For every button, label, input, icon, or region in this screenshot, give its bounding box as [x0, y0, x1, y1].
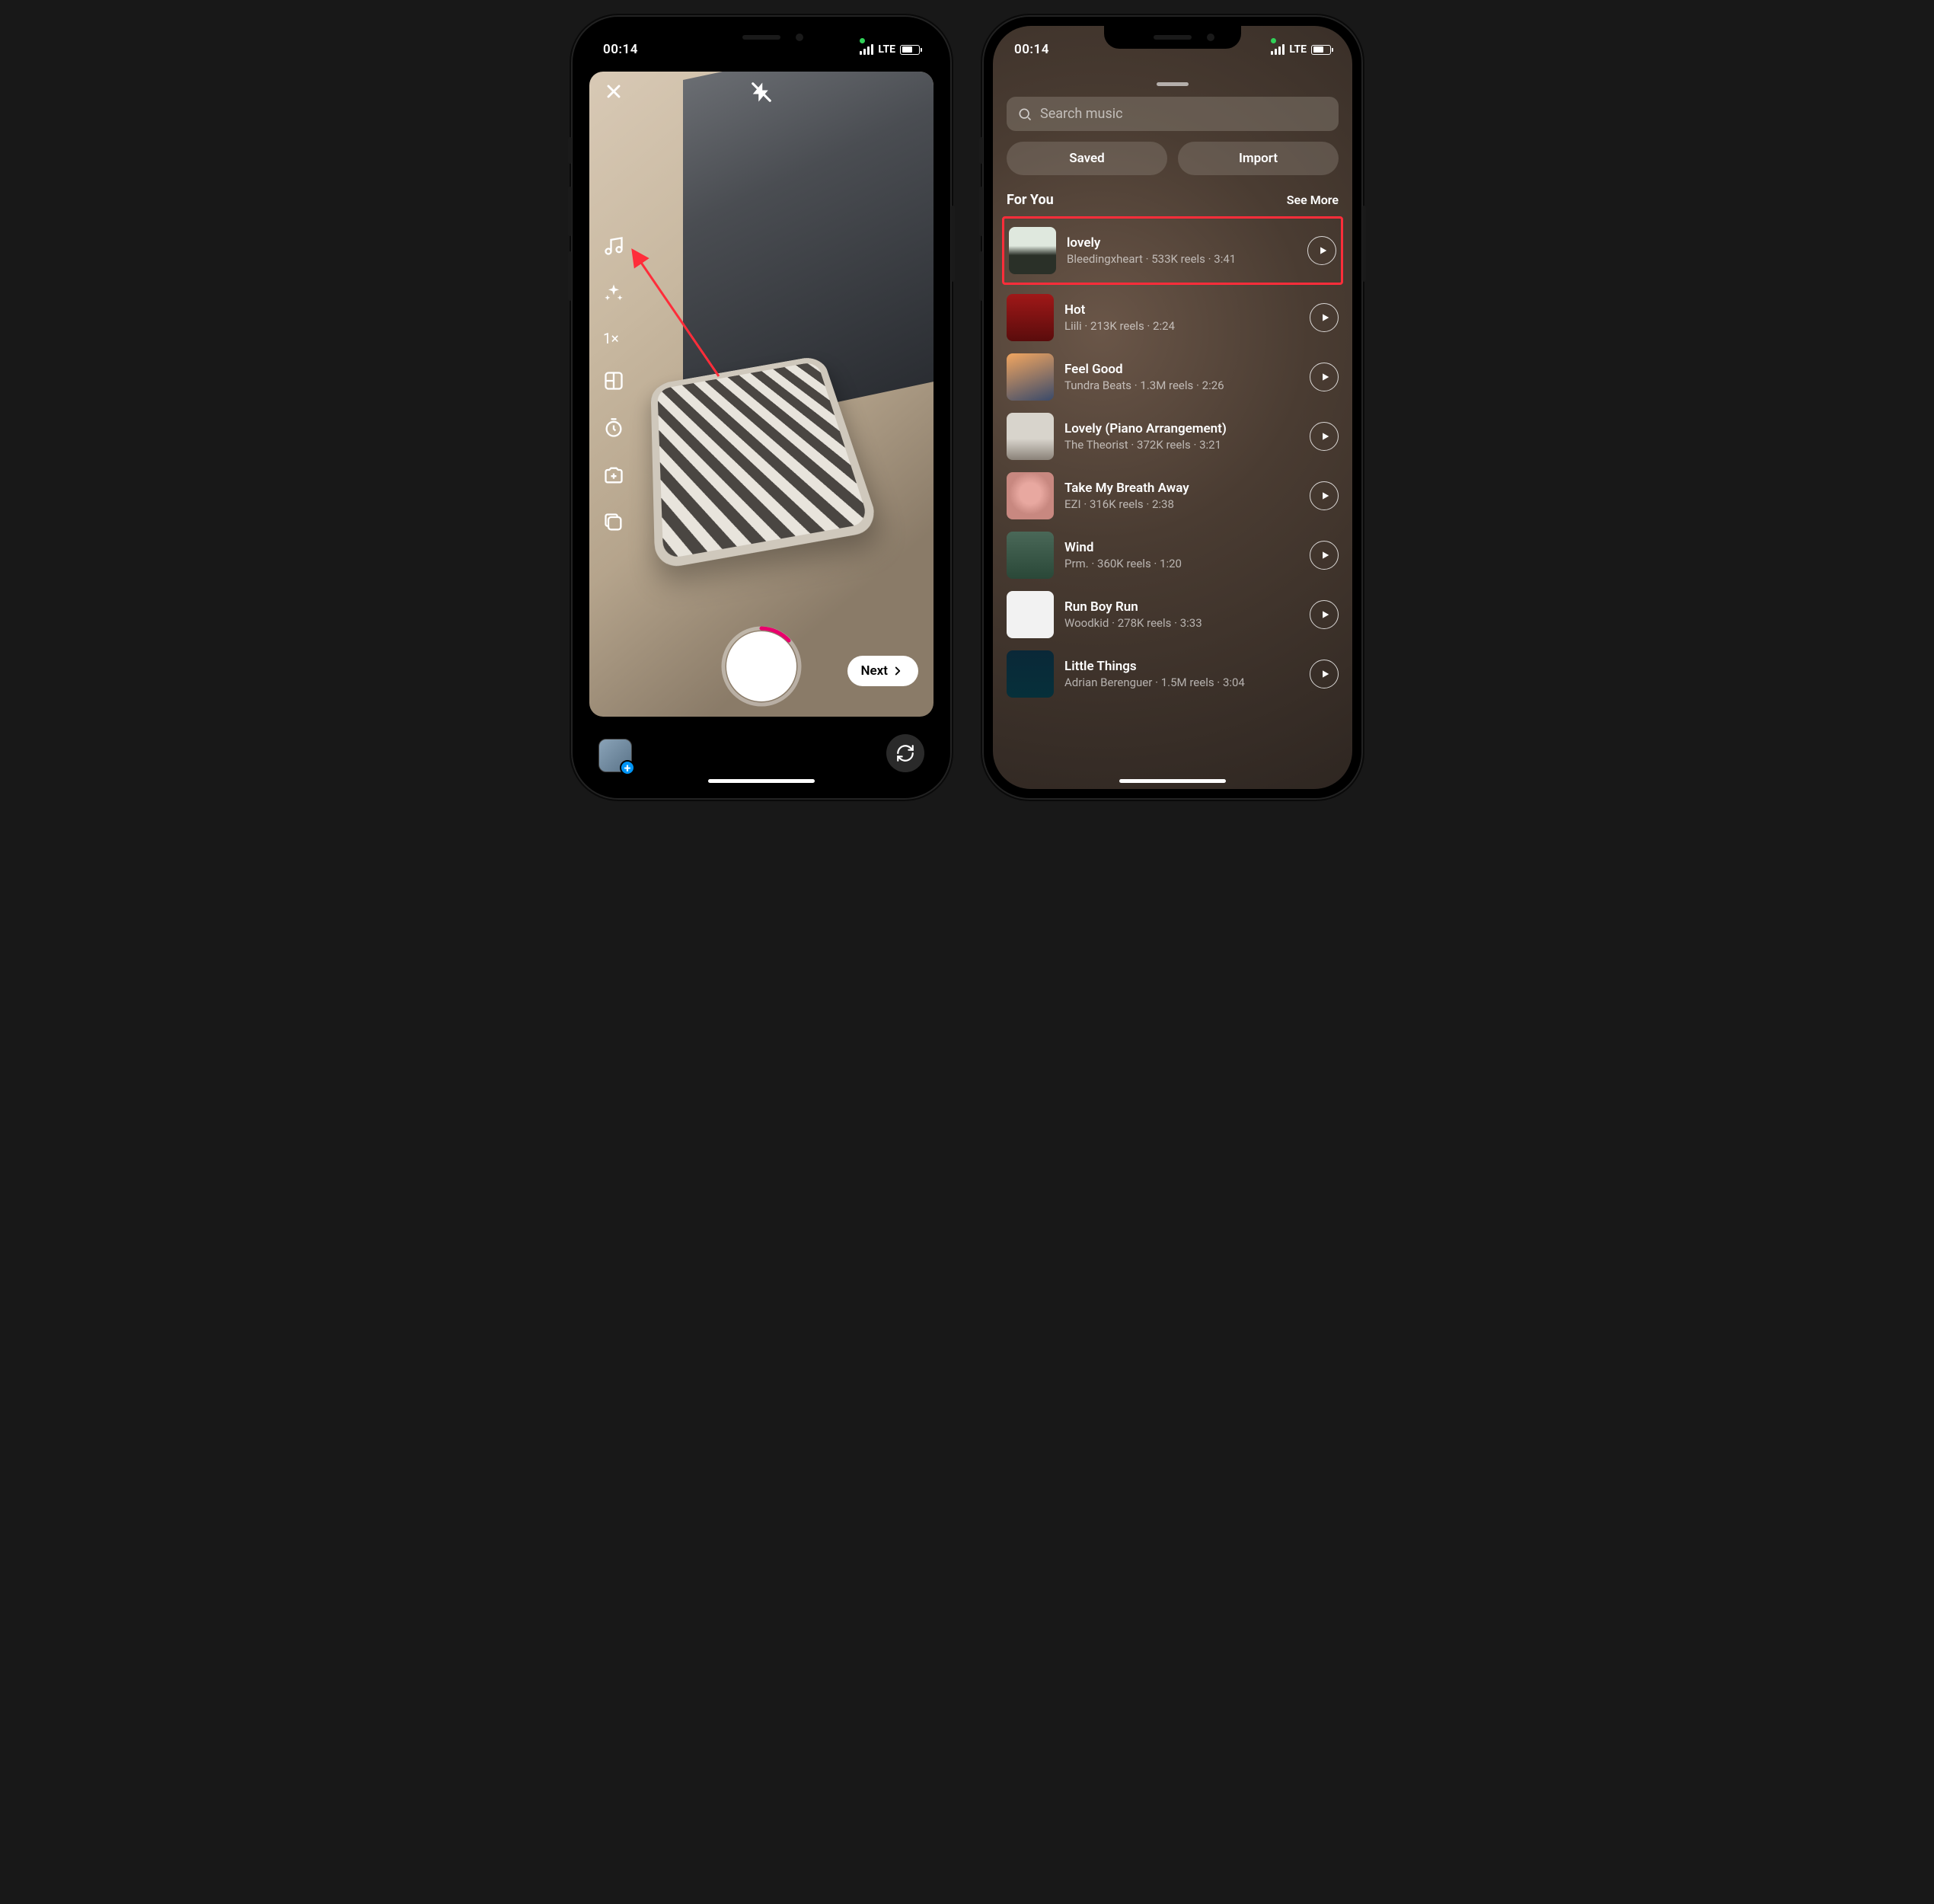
- track-info: Lovely (Piano Arrangement) The Theorist …: [1064, 421, 1299, 452]
- track-cover: [1007, 353, 1054, 401]
- annotation-arrow: [627, 247, 734, 387]
- camera-side-toolbar: 1×: [603, 235, 624, 536]
- track-row[interactable]: Hot Liili · 213K reels · 2:24: [1007, 288, 1339, 347]
- screen-camera: 00:14 LTE 1×: [582, 26, 941, 789]
- track-subtitle: Liili · 213K reels · 2:24: [1064, 319, 1299, 333]
- track-cover: [1007, 591, 1054, 638]
- track-cover: [1007, 413, 1054, 460]
- music-sheet: Search music Saved Import For You See Mo…: [993, 72, 1352, 789]
- track-title: Take My Breath Away: [1064, 481, 1299, 496]
- track-info: Feel Good Tundra Beats · 1.3M reels · 2:…: [1064, 362, 1299, 392]
- track-cover: [1009, 227, 1056, 274]
- track-cover: [1007, 472, 1054, 519]
- home-indicator[interactable]: [708, 779, 815, 783]
- track-info: Little Things Adrian Berenguer · 1.5M re…: [1064, 659, 1299, 689]
- import-button[interactable]: Import: [1178, 142, 1339, 175]
- track-list: lovely Bleedingxheart · 533K reels · 3:4…: [1007, 216, 1339, 704]
- next-button[interactable]: Next: [847, 656, 919, 686]
- battery-icon: [900, 45, 920, 55]
- track-subtitle: Prm. · 360K reels · 1:20: [1064, 557, 1299, 570]
- play-button[interactable]: [1310, 363, 1339, 391]
- play-button[interactable]: [1310, 303, 1339, 332]
- track-row[interactable]: Feel Good Tundra Beats · 1.3M reels · 2:…: [1007, 347, 1339, 407]
- track-subtitle: Bleedingxheart · 533K reels · 3:41: [1067, 252, 1297, 266]
- next-button-label: Next: [861, 663, 889, 679]
- layout-button[interactable]: [603, 370, 624, 395]
- gallery-button[interactable]: +: [598, 739, 632, 772]
- phone-frame-left: 00:14 LTE 1×: [571, 15, 952, 800]
- camera-in-use-indicator: [1271, 38, 1276, 43]
- track-title: Feel Good: [1064, 362, 1299, 377]
- track-info: Take My Breath Away EZI · 316K reels · 2…: [1064, 481, 1299, 511]
- search-music-input[interactable]: Search music: [1007, 97, 1339, 131]
- phone-frame-right: 00:14 LTE Search music Saved Import For …: [982, 15, 1363, 800]
- track-cover: [1007, 650, 1054, 698]
- status-time: 00:14: [1014, 42, 1049, 57]
- effects-button[interactable]: [603, 283, 624, 307]
- saved-button[interactable]: Saved: [1007, 142, 1167, 175]
- track-row[interactable]: Lovely (Piano Arrangement) The Theorist …: [1007, 407, 1339, 466]
- track-row[interactable]: lovely Bleedingxheart · 533K reels · 3:4…: [1009, 221, 1336, 280]
- section-title: For You: [1007, 192, 1054, 208]
- track-title: Wind: [1064, 540, 1299, 555]
- camera-viewport: [589, 72, 933, 717]
- track-subtitle: Adrian Berenguer · 1.5M reels · 3:04: [1064, 676, 1299, 689]
- gallery-plus-icon: +: [620, 760, 635, 775]
- track-subtitle: Tundra Beats · 1.3M reels · 2:26: [1064, 379, 1299, 392]
- track-row[interactable]: Take My Breath Away EZI · 316K reels · 2…: [1007, 466, 1339, 526]
- track-subtitle: The Theorist · 372K reels · 3:21: [1064, 438, 1299, 452]
- track-cover: [1007, 532, 1054, 579]
- track-subtitle: EZI · 316K reels · 2:38: [1064, 497, 1299, 511]
- see-more-link[interactable]: See More: [1287, 193, 1339, 207]
- flip-camera-button[interactable]: [886, 734, 924, 772]
- track-info: Run Boy Run Woodkid · 278K reels · 3:33: [1064, 599, 1299, 630]
- camera-in-use-indicator: [860, 38, 865, 43]
- track-subtitle: Woodkid · 278K reels · 3:33: [1064, 616, 1299, 630]
- track-info: Hot Liili · 213K reels · 2:24: [1064, 302, 1299, 333]
- track-title: Run Boy Run: [1064, 599, 1299, 615]
- timer-button[interactable]: [603, 417, 624, 442]
- close-button[interactable]: [603, 81, 624, 105]
- flash-off-button[interactable]: [750, 81, 773, 107]
- play-button[interactable]: [1310, 660, 1339, 688]
- play-button[interactable]: [1310, 600, 1339, 629]
- screen-music: 00:14 LTE Search music Saved Import For …: [993, 26, 1352, 789]
- network-label: LTE: [1289, 43, 1307, 56]
- home-indicator[interactable]: [1119, 779, 1226, 783]
- track-title: Lovely (Piano Arrangement): [1064, 421, 1299, 436]
- play-button[interactable]: [1310, 541, 1339, 570]
- network-label: LTE: [878, 43, 895, 56]
- play-button[interactable]: [1310, 481, 1339, 510]
- highlighted-track: lovely Bleedingxheart · 533K reels · 3:4…: [1002, 216, 1343, 285]
- sheet-drag-handle[interactable]: [1157, 82, 1189, 86]
- battery-icon: [1311, 45, 1331, 55]
- signal-icon: [860, 44, 874, 55]
- track-row[interactable]: Wind Prm. · 360K reels · 1:20: [1007, 526, 1339, 585]
- camera-plus-button[interactable]: [603, 465, 624, 489]
- play-button[interactable]: [1307, 236, 1336, 265]
- track-info: Wind Prm. · 360K reels · 1:20: [1064, 540, 1299, 570]
- track-info: lovely Bleedingxheart · 533K reels · 3:4…: [1067, 235, 1297, 266]
- track-cover: [1007, 294, 1054, 341]
- track-row[interactable]: Run Boy Run Woodkid · 278K reels · 3:33: [1007, 585, 1339, 644]
- status-time: 00:14: [603, 42, 638, 57]
- music-button[interactable]: [603, 235, 624, 260]
- track-title: lovely: [1067, 235, 1297, 251]
- shutter-button[interactable]: [726, 631, 796, 701]
- signal-icon: [1271, 44, 1285, 55]
- speed-button[interactable]: 1×: [603, 330, 624, 347]
- track-row[interactable]: Little Things Adrian Berenguer · 1.5M re…: [1007, 644, 1339, 704]
- track-title: Hot: [1064, 302, 1299, 318]
- multi-capture-button[interactable]: [603, 512, 624, 536]
- search-placeholder: Search music: [1040, 106, 1123, 122]
- play-button[interactable]: [1310, 422, 1339, 451]
- track-title: Little Things: [1064, 659, 1299, 674]
